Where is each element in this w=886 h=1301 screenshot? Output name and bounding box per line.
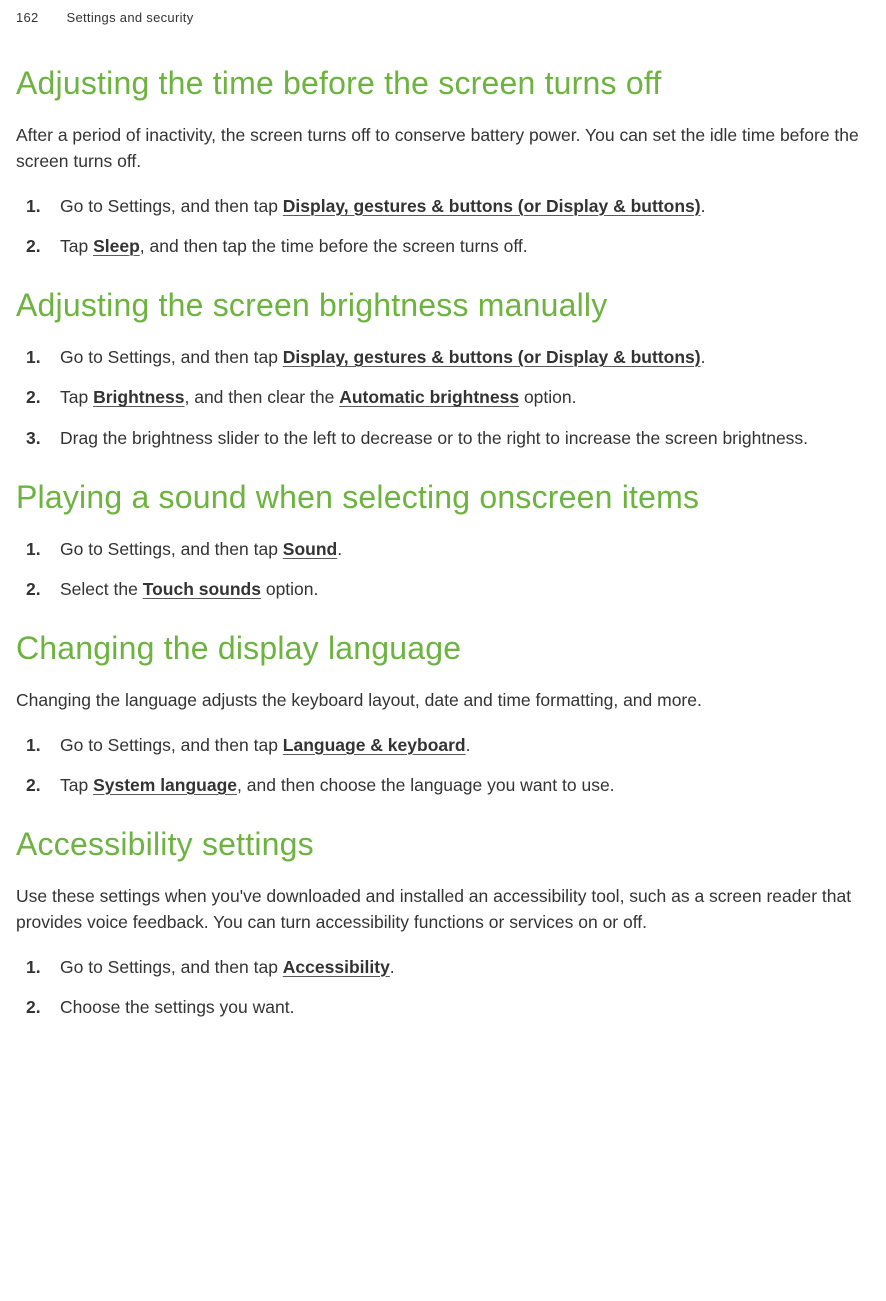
intro-display-language: Changing the language adjusts the keyboa… (16, 687, 881, 713)
step-text: , and then choose the language you want … (237, 775, 615, 795)
step-text: . (466, 735, 471, 755)
page-number: 162 (16, 10, 39, 25)
list-item: Go to Settings, and then tap Language & … (16, 732, 881, 758)
step-bold: Accessibility (283, 957, 390, 977)
steps-touch-sounds: Go to Settings, and then tap Sound. Sele… (16, 536, 881, 603)
step-text: Tap (60, 775, 93, 795)
step-text: Tap (60, 387, 93, 407)
step-text: , and then tap the time before the scree… (140, 236, 528, 256)
intro-accessibility: Use these settings when you've downloade… (16, 883, 881, 936)
steps-accessibility: Go to Settings, and then tap Accessibili… (16, 954, 881, 1021)
step-text: option. (519, 387, 576, 407)
steps-screen-timeout: Go to Settings, and then tap Display, ge… (16, 193, 881, 260)
step-bold: Language & keyboard (283, 735, 466, 755)
step-bold: Display, gestures & buttons (or Display … (283, 347, 701, 367)
step-text: , and then clear the (184, 387, 339, 407)
list-item: Select the Touch sounds option. (16, 576, 881, 602)
step-text: . (701, 196, 706, 216)
list-item: Go to Settings, and then tap Accessibili… (16, 954, 881, 980)
step-bold: Display, gestures & buttons (or Display … (283, 196, 701, 216)
step-bold: Brightness (93, 387, 184, 407)
section-name: Settings and security (67, 10, 194, 25)
step-bold: Touch sounds (143, 579, 261, 599)
step-text: . (701, 347, 706, 367)
step-text: Go to Settings, and then tap (60, 539, 283, 559)
step-text: Select the (60, 579, 143, 599)
step-bold: Sleep (93, 236, 140, 256)
step-text: option. (261, 579, 318, 599)
list-item: Tap Brightness, and then clear the Autom… (16, 384, 881, 410)
list-item: Choose the settings you want. (16, 994, 881, 1020)
list-item: Drag the brightness slider to the left t… (16, 425, 881, 451)
step-text: Go to Settings, and then tap (60, 957, 283, 977)
list-item: Go to Settings, and then tap Display, ge… (16, 344, 881, 370)
list-item: Tap Sleep, and then tap the time before … (16, 233, 881, 259)
step-text: Tap (60, 236, 93, 256)
steps-display-language: Go to Settings, and then tap Language & … (16, 732, 881, 799)
steps-brightness: Go to Settings, and then tap Display, ge… (16, 344, 881, 451)
step-text: Go to Settings, and then tap (60, 196, 283, 216)
step-text: Go to Settings, and then tap (60, 347, 283, 367)
heading-brightness: Adjusting the screen brightness manually (16, 287, 881, 324)
heading-touch-sounds: Playing a sound when selecting onscreen … (16, 479, 881, 516)
step-bold: Sound (283, 539, 337, 559)
list-item: Tap System language, and then choose the… (16, 772, 881, 798)
heading-accessibility: Accessibility settings (16, 826, 881, 863)
step-text: Go to Settings, and then tap (60, 735, 283, 755)
step-text: Drag the brightness slider to the left t… (60, 428, 808, 448)
step-text: . (390, 957, 395, 977)
step-text: Choose the settings you want. (60, 997, 294, 1017)
heading-display-language: Changing the display language (16, 630, 881, 667)
page-header: 162 Settings and security (16, 10, 881, 25)
intro-screen-timeout: After a period of inactivity, the screen… (16, 122, 881, 175)
step-bold: Automatic brightness (339, 387, 519, 407)
heading-screen-timeout: Adjusting the time before the screen tur… (16, 65, 881, 102)
step-text: . (337, 539, 342, 559)
list-item: Go to Settings, and then tap Display, ge… (16, 193, 881, 219)
step-bold: System language (93, 775, 237, 795)
list-item: Go to Settings, and then tap Sound. (16, 536, 881, 562)
